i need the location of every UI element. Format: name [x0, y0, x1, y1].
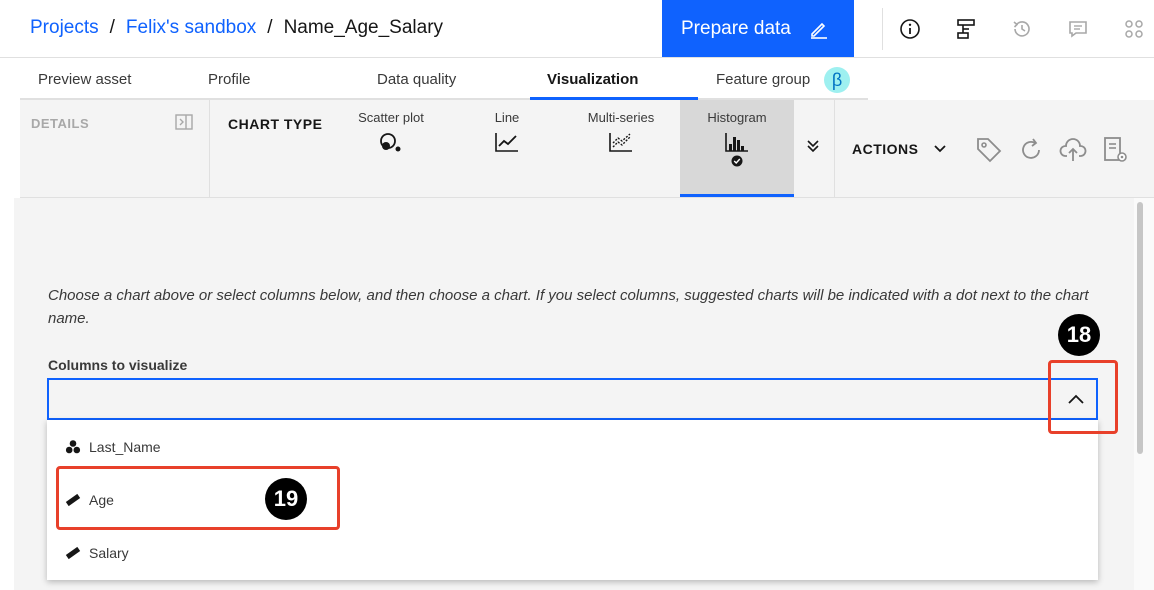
chart-option-label: Line	[494, 110, 520, 125]
line-chart-icon	[495, 133, 518, 152]
divider	[834, 100, 835, 198]
scatter-plot-icon	[380, 133, 401, 152]
chart-option-histogram[interactable]: Histogram	[680, 100, 794, 197]
breadcrumb-current: Name_Age_Salary	[283, 17, 444, 38]
chart-option-line[interactable]: Line	[450, 100, 564, 197]
chart-toolbar: DETAILS CHART TYPE Scatter plot Line Mul…	[20, 100, 1154, 198]
chart-option-label: Scatter plot	[358, 110, 424, 125]
breadcrumb-separator: /	[267, 17, 273, 38]
edit-icon	[810, 22, 827, 39]
prepare-data-button[interactable]: Prepare data	[662, 0, 854, 57]
columns-label: Columns to visualize	[48, 357, 188, 373]
dropdown-item-label: Last_Name	[89, 439, 161, 455]
histogram-icon	[725, 133, 748, 152]
comment-icon[interactable]	[1066, 17, 1090, 41]
history-icon[interactable]	[1010, 17, 1034, 41]
scrollbar-thumb[interactable]	[1137, 202, 1143, 454]
settings-icon[interactable]	[1122, 17, 1146, 41]
double-chevron-down-icon[interactable]	[806, 138, 820, 154]
instruction-text: Choose a chart above or select columns b…	[48, 287, 1089, 327]
chart-option-multi-series[interactable]: Multi-series	[564, 100, 678, 197]
report-icon[interactable]	[1101, 136, 1129, 164]
divider	[882, 8, 883, 50]
dropdown-item-salary[interactable]: Salary	[47, 528, 1098, 578]
beta-badge: β	[824, 67, 850, 93]
actions-label: ACTIONS	[852, 141, 919, 157]
chart-option-label: Histogram	[707, 110, 767, 125]
dropdown-item-last-name[interactable]: Last_Name	[47, 422, 1098, 472]
breadcrumb-project[interactable]: Felix's sandbox	[126, 17, 256, 39]
chart-option-label: Multi-series	[587, 110, 655, 125]
breadcrumb-projects[interactable]: Projects	[30, 17, 99, 39]
prepare-data-label: Prepare data	[681, 17, 791, 39]
tab-visualization[interactable]: Visualization	[547, 58, 638, 100]
ruler-icon	[65, 546, 81, 560]
info-icon[interactable]	[898, 17, 922, 41]
breadcrumb-separator: /	[109, 17, 115, 38]
annotation-badge-18: 18	[1058, 314, 1100, 356]
breadcrumb: Projects / Felix's sandbox / Name_Age_Sa…	[30, 17, 443, 39]
dropdown-item-label: Salary	[89, 545, 129, 561]
tag-icon[interactable]	[975, 136, 1003, 164]
cloud-upload-icon[interactable]	[1059, 136, 1087, 164]
refresh-icon[interactable]	[1017, 136, 1045, 164]
tab-profile[interactable]: Profile	[208, 58, 251, 100]
details-panel: DETAILS	[20, 100, 210, 198]
selected-check-icon	[731, 155, 743, 167]
categorical-icon	[65, 440, 81, 454]
columns-select[interactable]	[47, 378, 1098, 420]
tab-bar: Preview asset Profile Data quality Visua…	[20, 58, 868, 100]
tab-preview-asset[interactable]: Preview asset	[38, 58, 131, 100]
panel-expand-icon[interactable]	[175, 114, 193, 130]
details-label: DETAILS	[31, 116, 90, 131]
chart-type-label: CHART TYPE	[228, 116, 323, 132]
annotation-badge-19: 19	[265, 478, 307, 520]
actions-menu[interactable]: ACTIONS	[852, 141, 947, 157]
tab-feature-group[interactable]: Feature group	[716, 58, 810, 100]
top-bar: Projects / Felix's sandbox / Name_Age_Sa…	[0, 0, 1154, 58]
chevron-down-icon	[933, 145, 946, 153]
lineage-icon[interactable]	[954, 17, 978, 41]
chart-option-scatter-plot[interactable]: Scatter plot	[334, 100, 448, 197]
multi-series-icon	[609, 133, 632, 152]
tab-data-quality[interactable]: Data quality	[377, 58, 456, 100]
annotation-highlight-18	[1048, 360, 1118, 434]
